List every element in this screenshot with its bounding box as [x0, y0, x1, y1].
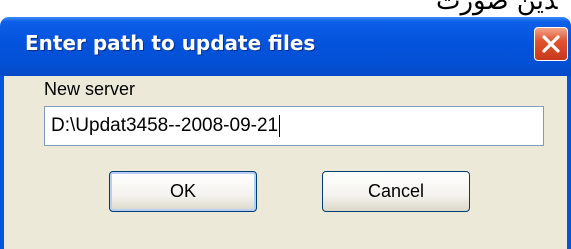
- server-path-value: D:\Updat3458--2008-09-21: [51, 115, 279, 136]
- dialog-body: [0, 76, 571, 249]
- text-caret: [279, 114, 281, 137]
- dialog-title: Enter path to update files: [25, 31, 316, 55]
- close-button[interactable]: [534, 27, 568, 61]
- dialog-titlebar[interactable]: Enter path to update files: [0, 17, 571, 76]
- background-text: ﺪﯾﻦ ﺻﻮرت: [436, 0, 558, 16]
- server-path-input[interactable]: D:\Updat3458--2008-09-21: [44, 106, 544, 146]
- close-icon: [542, 35, 560, 53]
- ok-button[interactable]: OK: [109, 171, 257, 212]
- new-server-label: New server: [44, 79, 136, 99]
- cancel-button[interactable]: Cancel: [322, 171, 470, 212]
